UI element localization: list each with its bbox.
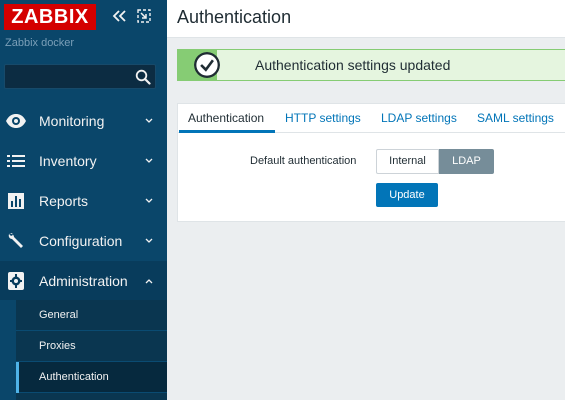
sidebar-item-label: Configuration: [39, 233, 123, 249]
search-icon[interactable]: [135, 69, 151, 85]
sidebar-item-monitoring[interactable]: Monitoring: [0, 101, 167, 141]
sidebar-item-label: Reports: [39, 193, 89, 209]
kiosk-mode-icon[interactable]: [137, 9, 151, 23]
gear-icon: [8, 272, 24, 290]
tab-authentication[interactable]: Authentication: [188, 111, 264, 125]
administration-submenu: General Proxies Authentication: [0, 300, 167, 400]
sidebar-item-configuration[interactable]: Configuration: [0, 221, 167, 261]
bar-chart-icon: [8, 193, 24, 209]
chevron-down-icon: [145, 198, 153, 203]
update-button[interactable]: Update: [376, 183, 438, 207]
sidebar: ZABBIX Zabbix docker Monitoring Inventor…: [0, 0, 167, 400]
collapse-sidebar-icon[interactable]: [111, 8, 127, 24]
submenu-item-general[interactable]: General: [16, 300, 167, 331]
sidebar-item-label: Inventory: [39, 153, 97, 169]
chevron-down-icon: [145, 238, 153, 243]
submenu-item-proxies[interactable]: Proxies: [16, 331, 167, 362]
main-content: Authentication Authentication settings u…: [167, 0, 565, 400]
chevron-down-icon: [145, 158, 153, 163]
chevron-up-icon: [145, 279, 153, 284]
sidebar-item-administration[interactable]: Administration: [0, 261, 167, 301]
chevron-down-icon: [145, 118, 153, 123]
message-text: Authentication settings updated: [255, 57, 451, 73]
server-name: Zabbix docker: [5, 37, 75, 49]
sidebar-item-reports[interactable]: Reports: [0, 181, 167, 221]
radio-internal[interactable]: Internal: [376, 149, 439, 174]
list-icon: [7, 155, 25, 167]
radio-ldap[interactable]: LDAP: [439, 149, 494, 174]
submenu-item-label: Authentication: [39, 371, 109, 383]
submenu-item-label: Proxies: [39, 340, 76, 352]
sidebar-item-label: Administration: [39, 273, 128, 289]
submenu-item-authentication[interactable]: Authentication: [16, 362, 167, 393]
submenu-rail: [0, 300, 16, 400]
default-authentication-radio-group: Internal LDAP: [376, 149, 494, 174]
zabbix-logo[interactable]: ZABBIX: [4, 4, 96, 30]
search-input[interactable]: [5, 65, 129, 88]
success-message: Authentication settings updated: [177, 49, 565, 81]
sidebar-item-inventory[interactable]: Inventory: [0, 141, 167, 181]
tab-bar: Authentication HTTP settings LDAP settin…: [178, 104, 565, 133]
message-icon-area: [181, 50, 220, 80]
check-circle-icon: [194, 52, 220, 78]
default-authentication-label: Default authentication: [250, 155, 357, 167]
eye-icon: [6, 114, 26, 128]
sidebar-item-label: Monitoring: [39, 113, 105, 129]
authentication-form-panel: Authentication HTTP settings LDAP settin…: [177, 103, 565, 222]
page-header: Authentication: [167, 0, 565, 38]
tab-ldap-settings[interactable]: LDAP settings: [381, 111, 457, 125]
page-title: Authentication: [177, 7, 292, 27]
submenu-item-label: General: [39, 309, 79, 321]
tab-saml-settings[interactable]: SAML settings: [477, 111, 554, 125]
active-tab-indicator: [179, 130, 275, 133]
search-box: [4, 64, 156, 89]
wrench-icon: [8, 233, 23, 248]
tab-http-settings[interactable]: HTTP settings: [285, 111, 361, 125]
